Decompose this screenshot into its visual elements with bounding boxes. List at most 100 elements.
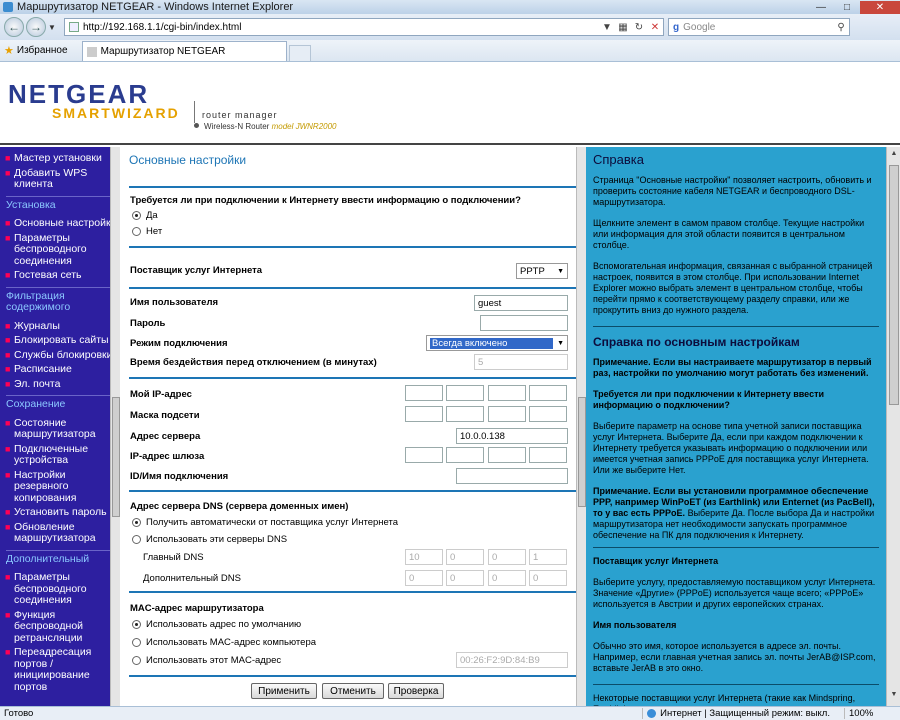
my-ip-octet-4[interactable] bbox=[529, 385, 567, 401]
help-note-ppp: Примечание. Если вы установили программн… bbox=[593, 486, 879, 541]
refresh-icon[interactable]: ↻ bbox=[631, 22, 647, 33]
radio-button[interactable] bbox=[132, 638, 141, 647]
search-field[interactable]: g Google ⚲ bbox=[668, 18, 850, 36]
mask-octet-2[interactable] bbox=[446, 406, 484, 422]
radio-button[interactable] bbox=[132, 656, 141, 665]
sidebar-item-block-sites[interactable]: ■ Блокировать сайты bbox=[3, 334, 117, 347]
gateway-octet-2[interactable] bbox=[446, 447, 484, 463]
connection-mode-select[interactable]: Всегда включено ▼ bbox=[426, 335, 568, 351]
mac-address-input[interactable]: 00:26:F2:9D:84:B9 bbox=[456, 652, 568, 668]
zoom-level[interactable]: 100% bbox=[844, 708, 900, 719]
sidebar-item-wireless-repeating[interactable]: ■ Функция беспроводной ретрансляции bbox=[3, 609, 117, 645]
sidebar-item-setup-wizard[interactable]: ■ Мастер установки bbox=[3, 152, 117, 165]
minimize-button[interactable]: — bbox=[808, 1, 834, 14]
sidebar-item-wireless-settings[interactable]: ■ Параметры беспроводного соединения bbox=[3, 232, 117, 268]
mask-octet-3[interactable] bbox=[488, 406, 526, 422]
help-paragraph: Выберите услугу, предоставляемую поставщ… bbox=[593, 577, 876, 609]
radio-mac-computer[interactable]: Использовать MAC-адрес компьютера bbox=[130, 637, 316, 648]
search-placeholder[interactable]: Google bbox=[683, 22, 833, 33]
scroll-down-icon[interactable]: ▼ bbox=[889, 691, 899, 703]
sidebar-scroll-thumb[interactable] bbox=[112, 397, 120, 517]
my-ip-octet-1[interactable] bbox=[405, 385, 443, 401]
cancel-button[interactable]: Отменить bbox=[322, 683, 384, 699]
address-field[interactable]: http://192.168.1.1/cgi-bin/index.html ▼ … bbox=[64, 18, 664, 36]
favorites-button[interactable]: ★ Избранное bbox=[4, 41, 68, 59]
radio-button[interactable] bbox=[132, 227, 141, 236]
radio-button[interactable] bbox=[132, 518, 141, 527]
my-ip-octet-3[interactable] bbox=[488, 385, 526, 401]
mask-octet-1[interactable] bbox=[405, 406, 443, 422]
sidebar-item-label: Параметры беспроводного соединения bbox=[14, 571, 87, 606]
stop-icon[interactable]: ✕ bbox=[647, 22, 663, 33]
radio-button[interactable] bbox=[132, 535, 141, 544]
forward-button[interactable]: → bbox=[26, 17, 46, 37]
secondary-dns-octet-1[interactable]: 0 bbox=[405, 570, 443, 586]
secondary-dns-octet-4[interactable]: 0 bbox=[529, 570, 567, 586]
maximize-button[interactable]: □ bbox=[834, 1, 860, 14]
security-zone[interactable]: Интернет | Защищенный режим: выкл. bbox=[642, 708, 844, 719]
sidebar-item-set-password[interactable]: ■ Установить пароль bbox=[3, 506, 117, 519]
radio-login-no[interactable]: Нет bbox=[130, 226, 162, 237]
gateway-octet-1[interactable] bbox=[405, 447, 443, 463]
sidebar-item-adv-wireless[interactable]: ■ Параметры беспроводного соединения bbox=[3, 571, 117, 607]
sidebar-item-port-forwarding[interactable]: ■ Переадресация портов / инициирование по… bbox=[3, 646, 117, 693]
sidebar-item-schedule[interactable]: ■ Расписание bbox=[3, 363, 117, 376]
gateway-octet-3[interactable] bbox=[488, 447, 526, 463]
radio-button[interactable] bbox=[132, 620, 141, 629]
sidebar-item-attached-devices[interactable]: ■ Подключенные устройства bbox=[3, 443, 117, 467]
favorites-bar: ★ Избранное Маршрутизатор NETGEAR bbox=[0, 40, 900, 62]
secondary-dns-octet-2[interactable]: 0 bbox=[446, 570, 484, 586]
test-button[interactable]: Проверка bbox=[388, 683, 444, 699]
primary-dns-octet-3[interactable]: 0 bbox=[488, 549, 526, 565]
sidebar-scrollbar[interactable] bbox=[110, 147, 120, 706]
sidebar-item-router-status[interactable]: ■ Состояние маршрутизатора bbox=[3, 417, 117, 441]
close-button[interactable]: ✕ bbox=[860, 0, 900, 14]
scroll-up-icon[interactable]: ▲ bbox=[889, 150, 899, 162]
password-input[interactable] bbox=[480, 315, 568, 331]
radio-login-yes[interactable]: Да bbox=[130, 210, 158, 221]
server-address-input[interactable]: 10.0.0.138 bbox=[456, 428, 568, 444]
star-icon: ★ bbox=[4, 44, 14, 57]
idle-timeout-input[interactable]: 5 bbox=[474, 354, 568, 370]
browser-tab[interactable]: Маршрутизатор NETGEAR bbox=[81, 41, 287, 61]
sidebar-item-block-services[interactable]: ■ Службы блокировки bbox=[3, 349, 117, 362]
address-url[interactable]: http://192.168.1.1/cgi-bin/index.html bbox=[83, 22, 599, 33]
back-button[interactable]: ← bbox=[4, 17, 24, 37]
sidebar-item-logs[interactable]: ■ Журналы bbox=[3, 320, 117, 333]
search-icon[interactable]: ⚲ bbox=[833, 22, 849, 33]
sidebar-item-backup-settings[interactable]: ■ Настройки резервного копирования bbox=[3, 469, 117, 505]
primary-dns-octet-2[interactable]: 0 bbox=[446, 549, 484, 565]
apply-button[interactable]: Применить bbox=[251, 683, 317, 699]
secondary-dns-octet-3[interactable]: 0 bbox=[488, 570, 526, 586]
main-scroll-thumb[interactable] bbox=[578, 397, 586, 507]
radio-dns-manual[interactable]: Использовать эти серверы DNS bbox=[130, 534, 287, 545]
sidebar-item-basic-settings[interactable]: ■ Основные настройки bbox=[3, 217, 117, 230]
radio-mac-custom[interactable]: Использовать этот MAC-адрес bbox=[130, 655, 281, 666]
sidebar-item-router-upgrade[interactable]: ■ Обновление маршрутизатора bbox=[3, 521, 117, 545]
primary-dns-octet-4[interactable]: 1 bbox=[529, 549, 567, 565]
help-scroll-thumb[interactable] bbox=[889, 165, 899, 405]
sidebar-item-guest-network[interactable]: ■ Гостевая сеть bbox=[3, 269, 117, 282]
mask-octet-4[interactable] bbox=[529, 406, 567, 422]
gateway-octet-4[interactable] bbox=[529, 447, 567, 463]
chevron-down-icon: ▼ bbox=[557, 339, 564, 347]
sidebar-item-email[interactable]: ■ Эл. почта bbox=[3, 378, 117, 391]
sidebar-item-add-wps[interactable]: ■ Добавить WPS клиента bbox=[3, 167, 117, 191]
sidebar-item-label: Установить пароль bbox=[14, 506, 107, 518]
compat-view-icon[interactable]: ▦ bbox=[615, 22, 631, 33]
primary-dns-octet-1[interactable]: 10 bbox=[405, 549, 443, 565]
new-tab-button[interactable] bbox=[288, 45, 311, 61]
radio-mac-default[interactable]: Использовать адрес по умолчанию bbox=[130, 619, 301, 630]
history-dropdown-icon[interactable]: ▼ bbox=[46, 23, 58, 32]
address-dropdown-icon[interactable]: ▼ bbox=[599, 22, 615, 33]
isp-select[interactable]: PPTP ▼ bbox=[516, 263, 568, 279]
help-scrollbar[interactable]: ▲ ▼ bbox=[886, 147, 900, 706]
my-ip-octet-2[interactable] bbox=[446, 385, 484, 401]
main-scrollbar[interactable] bbox=[576, 147, 586, 706]
connection-id-input[interactable] bbox=[456, 468, 568, 484]
radio-dns-auto[interactable]: Получить автоматически от поставщика усл… bbox=[130, 517, 398, 528]
radio-button[interactable] bbox=[132, 211, 141, 220]
help-paragraph: Страница "Основные настройки" позволяет … bbox=[593, 175, 872, 207]
username-input[interactable]: guest bbox=[474, 295, 568, 311]
username-label: Имя пользователя bbox=[130, 297, 219, 308]
